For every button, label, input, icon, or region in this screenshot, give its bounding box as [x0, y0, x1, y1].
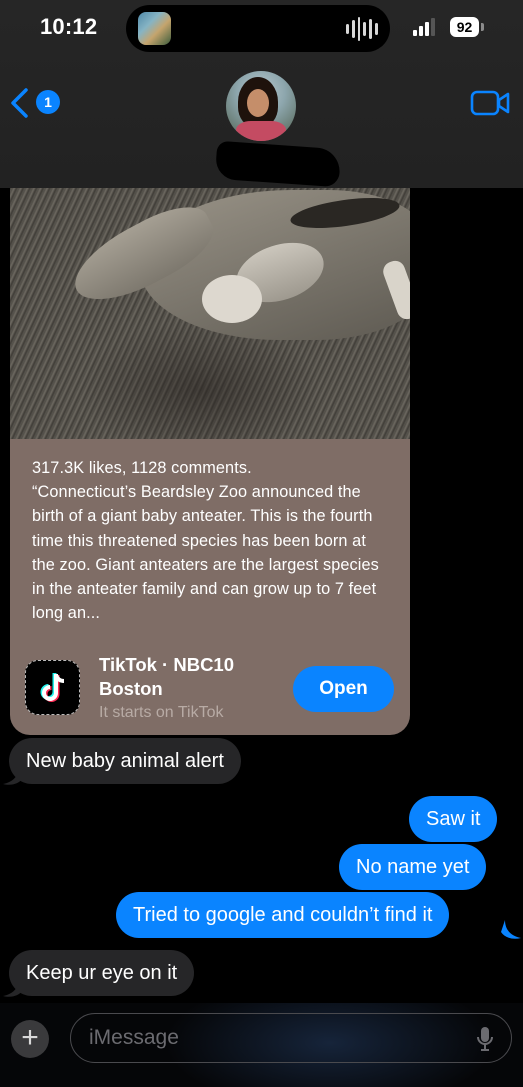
link-source: TikTok · NBC10 Boston	[99, 653, 289, 701]
chevron-left-icon	[11, 88, 28, 118]
back-button[interactable]: 1	[8, 86, 60, 120]
open-button[interactable]: Open	[293, 666, 394, 712]
bubble-tail-icon	[3, 766, 23, 785]
now-playing-artwork	[138, 12, 171, 45]
conversation-header: 10:12 92 1	[0, 0, 523, 188]
audio-waveform-icon	[346, 17, 378, 41]
bubble-tail-icon	[501, 920, 521, 939]
imessage-placeholder: iMessage	[89, 1026, 179, 1049]
status-bar: 10:12 92	[0, 0, 523, 60]
battery-tip	[481, 23, 484, 31]
link-description: 317.3K likes, 1128 comments. “Connecticu…	[32, 459, 379, 623]
message-text: No name yet	[356, 856, 470, 878]
link-subtitle: It starts on TikTok	[99, 704, 224, 721]
avatar-shirt	[236, 121, 286, 141]
message-bubble-incoming[interactable]: Keep ur eye on it	[9, 950, 195, 996]
link-source-line-1: TikTok · NBC10	[99, 654, 235, 675]
status-time: 10:12	[40, 14, 98, 39]
bubble-tail-icon	[3, 978, 23, 997]
anteater-paw-shape	[202, 275, 262, 323]
message-input-bar: + iMessage	[0, 1003, 523, 1087]
message-bubble-outgoing[interactable]: No name yet	[339, 844, 487, 890]
message-text: Keep ur eye on it	[26, 962, 178, 984]
imessage-input[interactable]: iMessage	[70, 1013, 512, 1063]
dynamic-island[interactable]	[126, 5, 390, 52]
contact-avatar[interactable]	[226, 71, 296, 141]
apps-plus-button[interactable]: +	[11, 1020, 49, 1058]
message-text: New baby animal alert	[26, 750, 224, 772]
messages-screen: 317.3K likes, 1128 comments. “Connecticu…	[0, 0, 523, 1087]
video-thumbnail[interactable]	[10, 150, 410, 439]
microphone-icon[interactable]	[476, 1026, 494, 1052]
link-preview-card[interactable]: 317.3K likes, 1128 comments. “Connecticu…	[10, 150, 410, 735]
avatar-face	[247, 89, 269, 117]
battery-icon: 92	[450, 17, 479, 37]
tiktok-icon	[25, 660, 80, 715]
message-text: Saw it	[426, 808, 481, 830]
cellular-signal-icon	[413, 18, 439, 36]
video-camera-icon	[470, 90, 510, 116]
message-text: Tried to google and couldn’t find it	[133, 904, 433, 926]
unread-count-badge: 1	[36, 90, 60, 114]
message-bubble-incoming[interactable]: New baby animal alert	[9, 738, 241, 784]
redacted-contact-name	[214, 140, 342, 188]
message-bubble-outgoing[interactable]: Tried to google and couldn’t find it	[116, 892, 450, 938]
link-source-line-2: Boston	[99, 678, 163, 699]
facetime-video-button[interactable]	[470, 88, 512, 118]
message-bubble-outgoing[interactable]: Saw it	[409, 796, 498, 842]
